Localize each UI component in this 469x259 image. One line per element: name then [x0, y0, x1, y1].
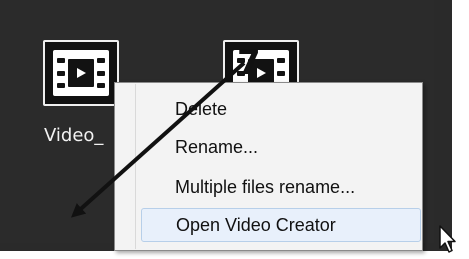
mouse-pointer-icon — [439, 225, 456, 253]
film-holes-right — [97, 58, 105, 88]
film-hole — [277, 58, 285, 63]
film-hole — [57, 70, 65, 76]
step-number-badge: 7 — [237, 43, 261, 83]
menu-item-rename[interactable]: Rename... — [141, 130, 421, 164]
film-hole — [97, 83, 105, 88]
context-menu: Delete Rename... Multiple files rename..… — [114, 82, 423, 251]
film-hole — [57, 83, 65, 88]
film-hole — [57, 58, 65, 63]
right-margin — [452, 0, 469, 259]
film-hole — [277, 70, 285, 76]
film-holes-left — [57, 58, 65, 88]
film-hole — [97, 58, 105, 63]
film-hole — [97, 70, 105, 76]
bottom-margin — [0, 251, 469, 259]
menu-item-delete[interactable]: Delete — [141, 92, 421, 126]
menu-item-open-video-creator[interactable]: Open Video Creator — [141, 208, 421, 242]
menu-item-label: Rename... — [175, 136, 259, 157]
menu-item-label: Delete — [175, 98, 228, 119]
play-icon — [77, 68, 86, 78]
film-frame — [53, 50, 109, 96]
menu-item-label: Multiple files rename... — [175, 176, 356, 197]
menu-gutter — [135, 84, 136, 249]
file-name[interactable]: Video_ — [44, 127, 103, 145]
workspace-canvas: Video_ Delete Rename... Multiple files r… — [0, 0, 469, 259]
menu-item-multiple-files-rename[interactable]: Multiple files rename... — [141, 170, 421, 204]
video-file-icon[interactable] — [43, 40, 119, 106]
menu-item-label: Open Video Creator — [176, 214, 336, 235]
